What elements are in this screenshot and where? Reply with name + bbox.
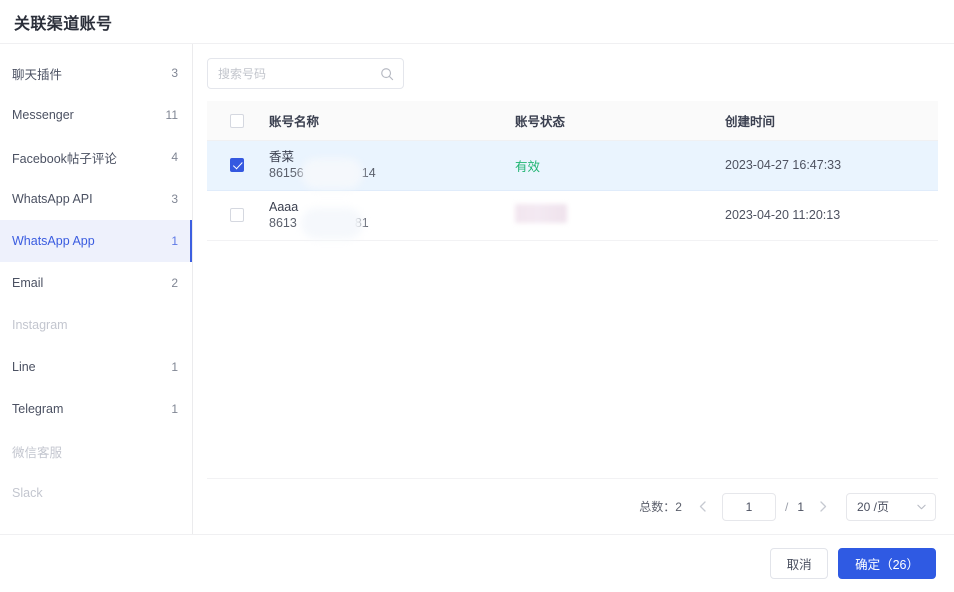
account-status-cell: 有效 [515, 140, 725, 191]
sidebar-item-count: 1 [171, 360, 178, 374]
phone-suffix: 14 [361, 165, 376, 180]
account-name-cell: 香菜 86156 14 [269, 140, 515, 191]
sidebar-item-聊天插件[interactable]: 聊天插件 3 [0, 52, 192, 94]
account-list-panel: 账号名称 账号状态 创建时间 香菜8615614有效2023-04-27 16:… [193, 44, 954, 534]
pagination-total: 总数：2 [639, 500, 682, 514]
sidebar-item-line[interactable]: Line 1 [0, 346, 192, 388]
column-header-time[interactable]: 创建时间 [725, 101, 938, 141]
sidebar-item-label: WhatsApp API [12, 192, 93, 206]
sidebar-item-label: Line [12, 360, 36, 374]
linked-channel-accounts-dialog: 关联渠道账号 聊天插件 3 Messenger 11 Facebook帖子评论 4 What… [0, 0, 954, 592]
select-all-header [207, 101, 269, 141]
sidebar-item-telegram[interactable]: Telegram 1 [0, 388, 192, 430]
phone-prefix: 86156 [269, 165, 304, 180]
sidebar-item-count: 1 [171, 234, 178, 248]
table-empty-space [207, 241, 938, 479]
table-row[interactable]: 香菜 86156 14 有效 2023-04-27 16:47:33 [207, 140, 938, 191]
chevron-down-icon [917, 502, 926, 512]
pagination-total-pages: 1 [797, 499, 804, 514]
account-status-cell [515, 190, 725, 241]
sidebar-item-label: Telegram [12, 402, 64, 416]
sidebar-item-label: Email [12, 276, 44, 290]
phone-blur-overlay [301, 207, 363, 239]
sidebar-item-count: 1 [171, 402, 178, 416]
phone-blur-overlay [301, 157, 363, 189]
dialog-footer: 取消 确定（26） [0, 534, 954, 592]
sidebar-item-label: 微信客服 [12, 445, 63, 460]
page-title: 关联渠道账号 [14, 15, 113, 33]
sidebar-item-count: 4 [171, 150, 178, 164]
table-head: 账号名称 账号状态 创建时间 [207, 101, 938, 141]
account-name-cell: Aaaa861381 [269, 190, 515, 241]
sidebar-item-微信客服: 微信客服 [0, 430, 192, 472]
sidebar-item-label: WhatsApp App [12, 234, 95, 248]
account-phone: 861381 [269, 207, 369, 239]
channel-sidebar: 聊天插件 3 Messenger 11 Facebook帖子评论 4 WhatsApp AP… [0, 44, 193, 534]
sidebar-item-whatsapp-app[interactable]: WhatsApp App 1 [0, 220, 192, 262]
page-size-value: 20 /页 [857, 500, 890, 514]
sidebar-item-slack: Slack [0, 472, 192, 514]
sidebar-item-messenger[interactable]: Messenger 11 [0, 94, 192, 136]
status-badge: 有效 [515, 159, 541, 174]
row-select-cell [207, 140, 269, 191]
page-size-select[interactable]: 20 /页 [846, 492, 936, 521]
account-phone: 86156 14 [269, 157, 376, 189]
row-checkbox[interactable] [230, 158, 244, 173]
table-row[interactable]: Aaaa861381 2023-04-20 11:20:13 [207, 190, 938, 241]
sidebar-item-whatsapp-api[interactable]: WhatsApp API 3 [0, 178, 192, 220]
sidebar-item-count: 3 [171, 66, 178, 80]
search-box[interactable] [207, 58, 404, 89]
column-header-name[interactable]: 账号名称 [269, 101, 515, 141]
sidebar-item-label: 聊天插件 [12, 67, 63, 82]
sidebar-item-instagram: Instagram [0, 304, 192, 346]
column-header-status[interactable]: 账号状态 [515, 101, 725, 141]
dialog-body: 聊天插件 3 Messenger 11 Facebook帖子评论 4 WhatsApp AP… [0, 44, 954, 534]
sidebar-item-email[interactable]: Email 2 [0, 262, 192, 304]
table-header-row: 账号名称 账号状态 创建时间 [207, 101, 938, 141]
page-number-input[interactable]: 1 [721, 492, 776, 521]
sidebar-item-count: 11 [165, 108, 178, 122]
sidebar-item-facebook帖子评论[interactable]: Facebook帖子评论 4 [0, 136, 192, 178]
sidebar-item-label: Facebook帖子评论 [12, 151, 117, 166]
row-checkbox[interactable] [230, 208, 244, 223]
sidebar-item-label: Slack [12, 486, 43, 500]
row-select-cell [207, 190, 269, 241]
sidebar-item-label: Messenger [12, 108, 74, 122]
cancel-button[interactable]: 取消 [770, 548, 829, 579]
confirm-button[interactable]: 确定（26） [838, 548, 936, 579]
search-icon[interactable] [380, 67, 394, 81]
search-row [207, 58, 938, 89]
pagination: 总数：2 1 / 1 20 /页 [207, 478, 938, 534]
chevron-right-icon[interactable] [813, 495, 833, 519]
pagination-separator: / [784, 499, 789, 514]
sidebar-item-count: 2 [171, 276, 178, 290]
created-time-cell: 2023-04-27 16:47:33 [725, 140, 938, 191]
status-redacted-block [515, 204, 567, 223]
search-input[interactable] [218, 66, 375, 81]
created-time-cell: 2023-04-20 11:20:13 [725, 190, 938, 241]
chevron-left-icon[interactable] [693, 495, 713, 519]
accounts-table: 账号名称 账号状态 创建时间 香菜 86156 14 有效 2023-04-27 16:… [207, 101, 938, 241]
dialog-header: 关联渠道账号 [0, 0, 954, 44]
select-all-checkbox[interactable] [230, 113, 244, 128]
table-body: 香菜8615614有效2023-04-27 16:47:33Aaaa861381… [207, 140, 938, 241]
sidebar-item-count: 3 [171, 192, 178, 206]
accounts-table-wrap: 账号名称 账号状态 创建时间 香菜 86156 14 有效 2023-04-27 16:… [207, 101, 938, 534]
phone-prefix: 8613 [269, 215, 297, 230]
sidebar-item-label: Instagram [12, 318, 68, 332]
